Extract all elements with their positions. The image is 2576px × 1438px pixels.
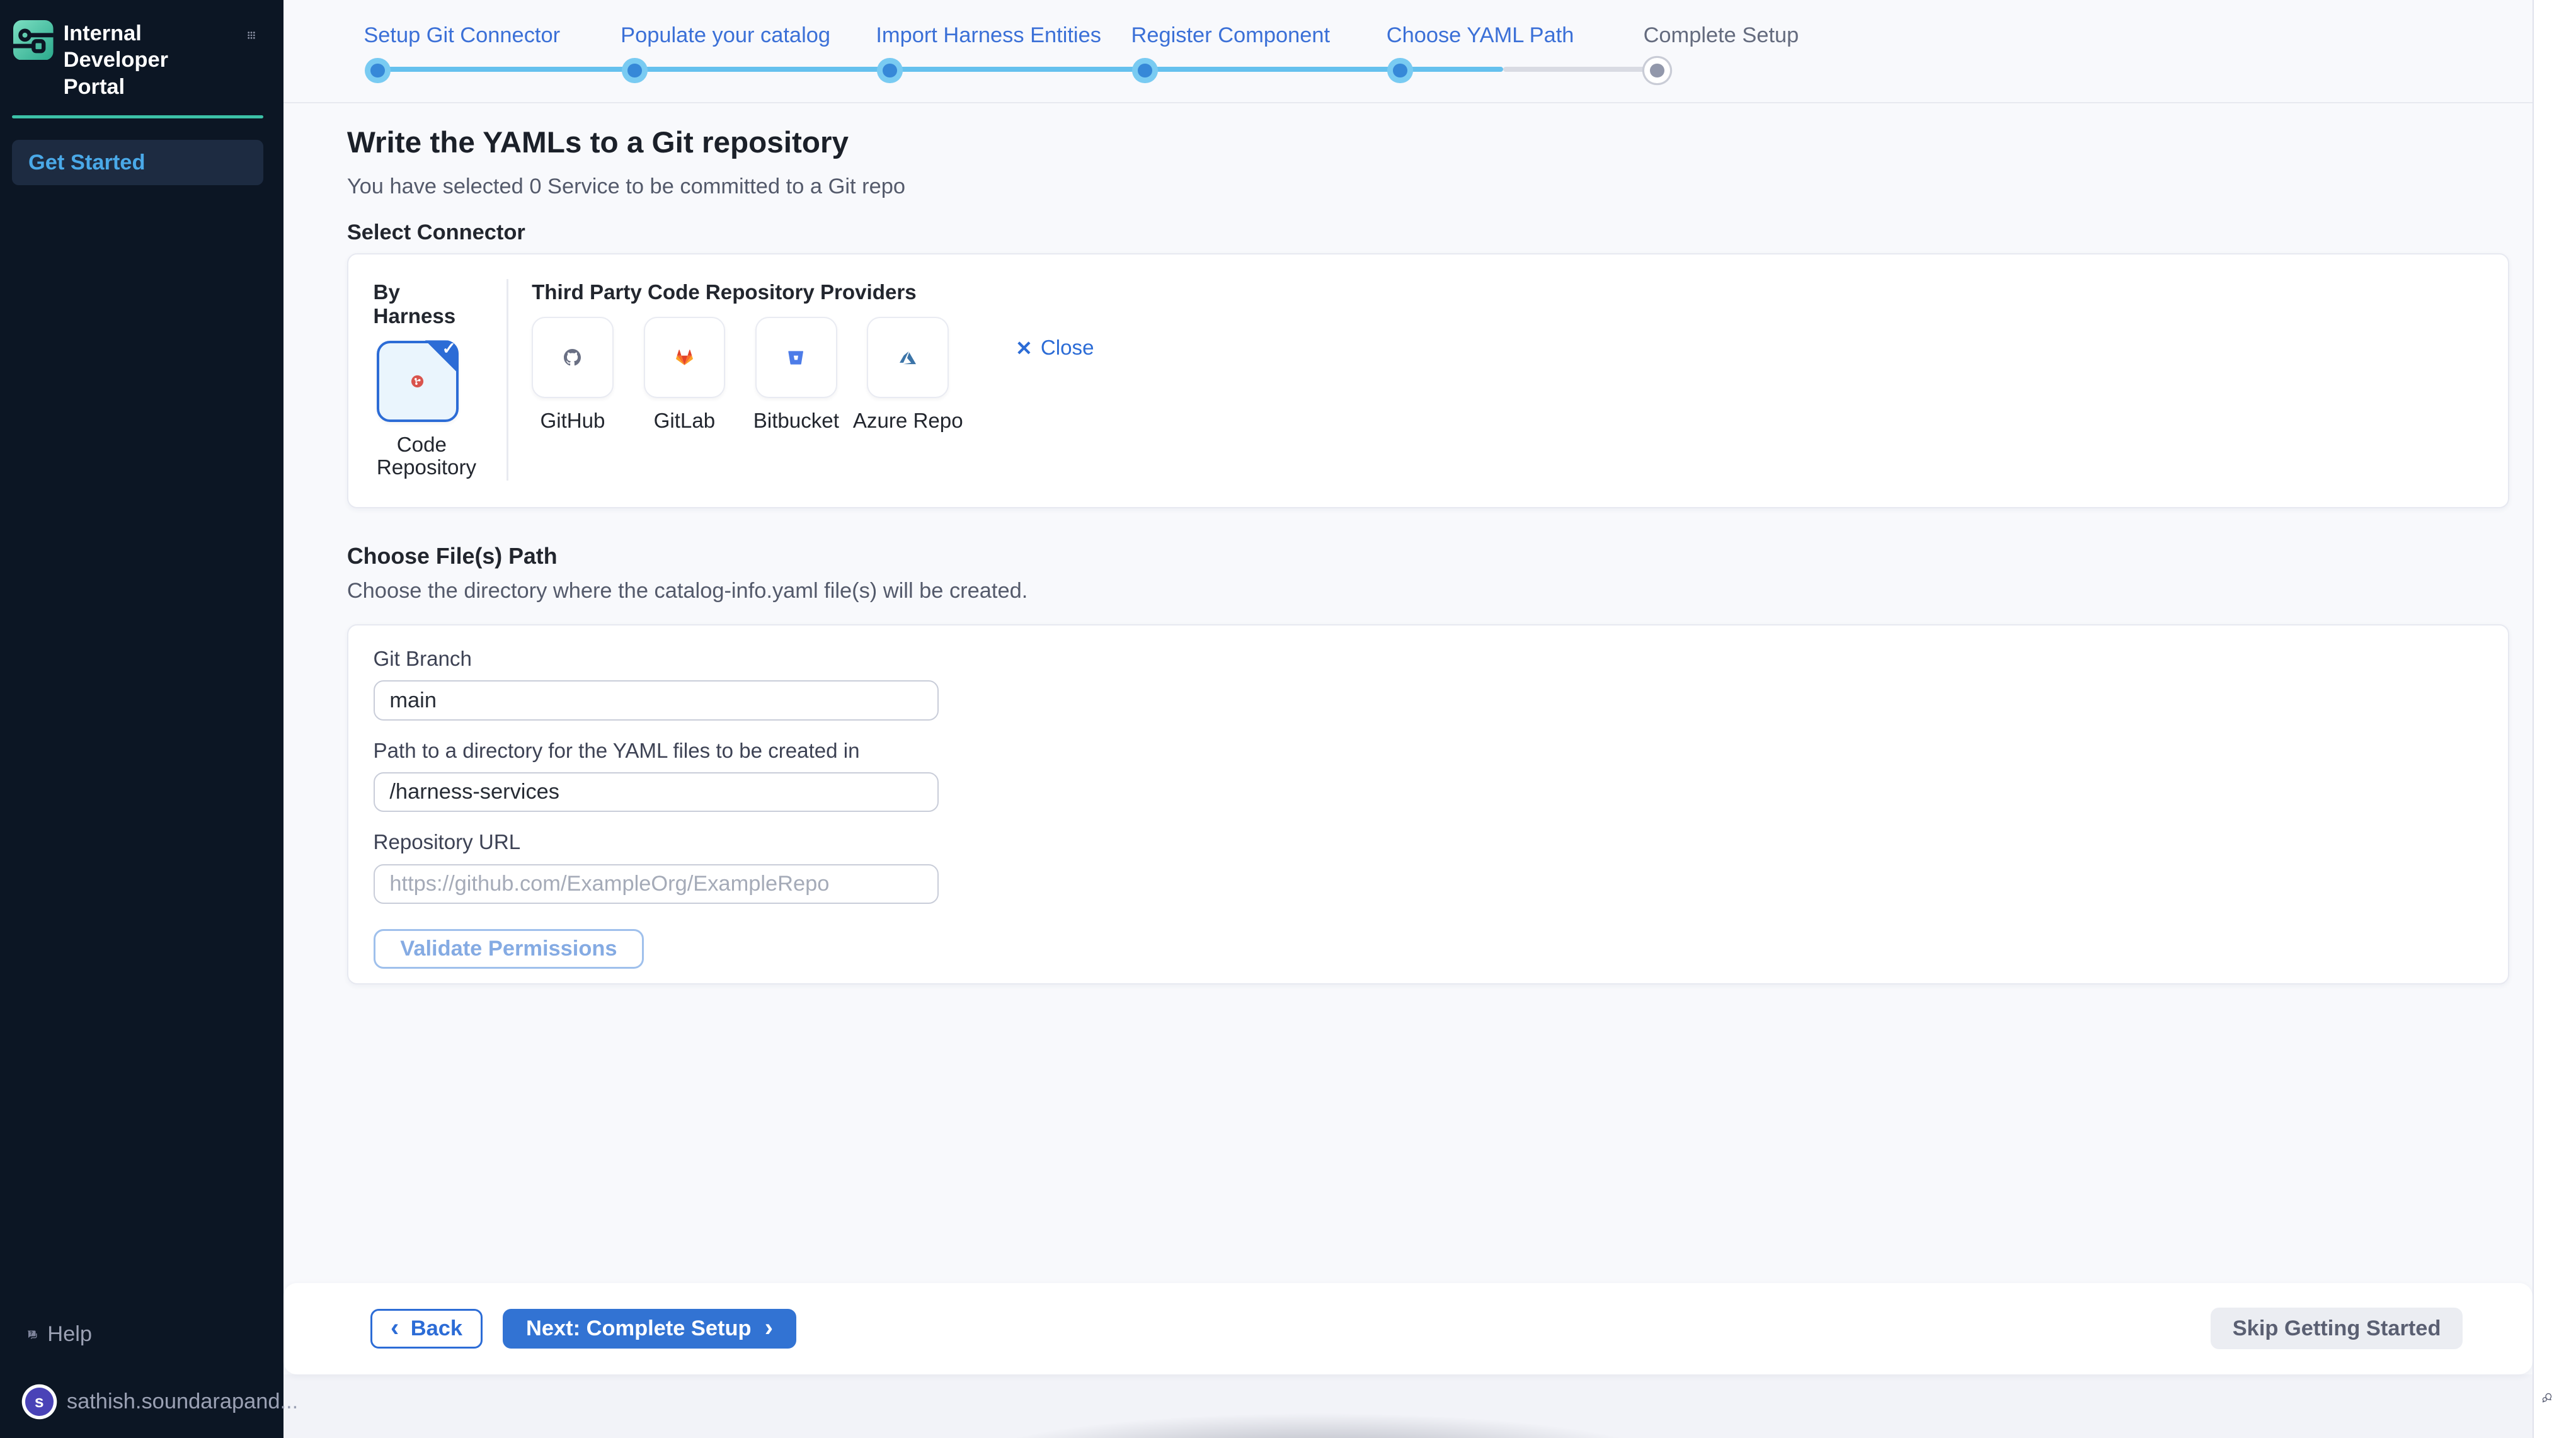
sidebar-nav: Get Started	[0, 118, 283, 185]
gitlab-icon	[676, 349, 693, 366]
user-menu[interactable]: s sathish.soundarapand...	[0, 1388, 283, 1416]
avatar: s	[25, 1388, 54, 1416]
bottom-strip	[283, 1374, 2533, 1438]
step-dot	[370, 64, 385, 78]
page-content: Write the YAMLs to a Git repository You …	[283, 103, 2533, 984]
yaml-path-input[interactable]	[374, 772, 939, 813]
third-party-label: Third Party Code Repository Providers	[532, 281, 1094, 305]
close-icon: ✕	[1016, 337, 1033, 360]
choose-path-label: Choose File(s) Path	[347, 544, 2509, 569]
step-dot	[1650, 64, 1664, 78]
back-button[interactable]: ‹ Back	[370, 1309, 483, 1349]
provider-tiles: GitHub	[532, 317, 1094, 433]
provider-gitlab: GitLab	[644, 317, 726, 433]
connector-tile-gitlab[interactable]	[644, 317, 726, 399]
step-import-harness-entities[interactable]: Import Harness Entities	[876, 23, 1101, 48]
help-label: Help	[47, 1322, 92, 1347]
provider-github: GitHub	[532, 317, 614, 433]
selected-corner-badge: ✓	[425, 340, 459, 374]
chevron-left-icon: ‹	[391, 1316, 399, 1341]
stepper-progress-track	[377, 67, 1504, 72]
step-dot	[1138, 64, 1152, 78]
validate-permissions-button[interactable]: Validate Permissions	[374, 929, 644, 969]
path-form-card: Git Branch Path to a directory for the Y…	[347, 624, 2509, 984]
close-button[interactable]: ✕ Close	[1016, 336, 1094, 360]
page-subtitle: You have selected 0 Service to be commit…	[347, 173, 2509, 200]
check-icon: ✓	[442, 339, 456, 358]
yaml-path-label: Path to a directory for the YAML files t…	[374, 741, 2509, 762]
choose-path-description: Choose the directory where the catalog-i…	[347, 578, 2509, 604]
provider-label: Bitbucket	[753, 410, 839, 433]
provider-azure-repo: Azure Repo	[867, 317, 949, 433]
yaml-path-group: Path to a directory for the YAML files t…	[374, 741, 2509, 813]
wizard-footer: ‹ Back Next: Complete Setup › Skip Getti…	[283, 1283, 2533, 1375]
right-edge-strip	[2533, 0, 2576, 1438]
skip-getting-started-button[interactable]: Skip Getting Started	[2211, 1308, 2463, 1349]
app-root: Internal Developer Portal Get Started ?	[0, 0, 2576, 1438]
page-title: Write the YAMLs to a Git repository	[347, 127, 2509, 160]
connector-tile-label: Code Repository	[377, 434, 467, 479]
sidebar-bottom: ? Help s sathish.soundarapand...	[0, 1318, 283, 1438]
provider-label: Azure Repo	[853, 410, 963, 433]
step-complete-setup[interactable]: Complete Setup	[1644, 23, 1799, 48]
step-choose-yaml-path[interactable]: Choose YAML Path	[1387, 23, 1574, 48]
by-harness-group: By Harness ✓	[374, 281, 484, 479]
third-party-group: Third Party Code Repository Providers Gi…	[532, 281, 1094, 433]
provider-bitbucket: Bitbucket	[755, 317, 837, 433]
provider-label: GitHub	[540, 410, 605, 433]
apps-grid-icon[interactable]	[248, 31, 255, 39]
harness-tile-wrap: ✓ Code Repository	[377, 341, 484, 479]
connector-tile-bitbucket[interactable]	[755, 317, 837, 399]
idp-logo-icon	[13, 20, 54, 60]
connector-tile-github[interactable]	[532, 317, 614, 399]
git-branch-input[interactable]	[374, 680, 939, 721]
git-icon	[410, 374, 425, 389]
chevron-right-icon: ›	[765, 1316, 773, 1341]
brand: Internal Developer Portal	[0, 0, 283, 100]
next-complete-setup-button[interactable]: Next: Complete Setup ›	[503, 1309, 796, 1349]
select-connector-label: Select Connector	[347, 220, 2509, 245]
vertical-divider	[507, 279, 508, 480]
git-branch-label: Git Branch	[374, 649, 2509, 670]
connector-card: By Harness ✓	[347, 253, 2509, 508]
step-dot	[883, 64, 897, 78]
bottom-shadow	[834, 1395, 1802, 1438]
step-register-component[interactable]: Register Component	[1131, 23, 1331, 48]
bitbucket-icon	[788, 350, 804, 365]
sidebar-item-get-started[interactable]: Get Started	[12, 140, 264, 185]
repository-url-label: Repository URL	[374, 832, 2509, 853]
repository-url-group: Repository URL	[374, 832, 2509, 904]
user-name: sathish.soundarapand...	[67, 1389, 298, 1414]
connector-tile-azure-repo[interactable]	[867, 317, 949, 399]
sidebar-item-help[interactable]: ? Help	[0, 1318, 283, 1351]
stepper-remaining-track	[1503, 67, 1657, 72]
provider-label: GitLab	[654, 410, 716, 433]
step-dot	[627, 64, 642, 78]
sidebar: Internal Developer Portal Get Started ?	[0, 0, 283, 1438]
by-harness-label: By Harness	[374, 281, 484, 329]
setup-stepper: Setup Git Connector Populate your catalo…	[283, 0, 2533, 103]
feedback-chat-icon[interactable]	[2542, 1393, 2552, 1403]
svg-text:?: ?	[30, 1330, 33, 1336]
app-title: Internal Developer Portal	[64, 20, 224, 100]
github-icon	[564, 349, 581, 366]
help-chat-icon: ?	[26, 1330, 37, 1340]
main-area: Setup Git Connector Populate your catalo…	[283, 0, 2533, 1438]
step-setup-git-connector[interactable]: Setup Git Connector	[364, 23, 560, 48]
repository-url-input[interactable]	[374, 864, 939, 904]
azure-icon	[900, 350, 916, 366]
step-dot	[1393, 64, 1407, 78]
step-populate-your-catalog[interactable]: Populate your catalog	[621, 23, 830, 48]
git-branch-group: Git Branch	[374, 649, 2509, 721]
sidebar-item-label: Get Started	[28, 151, 145, 175]
connector-tile-code-repository[interactable]: ✓	[377, 341, 459, 423]
